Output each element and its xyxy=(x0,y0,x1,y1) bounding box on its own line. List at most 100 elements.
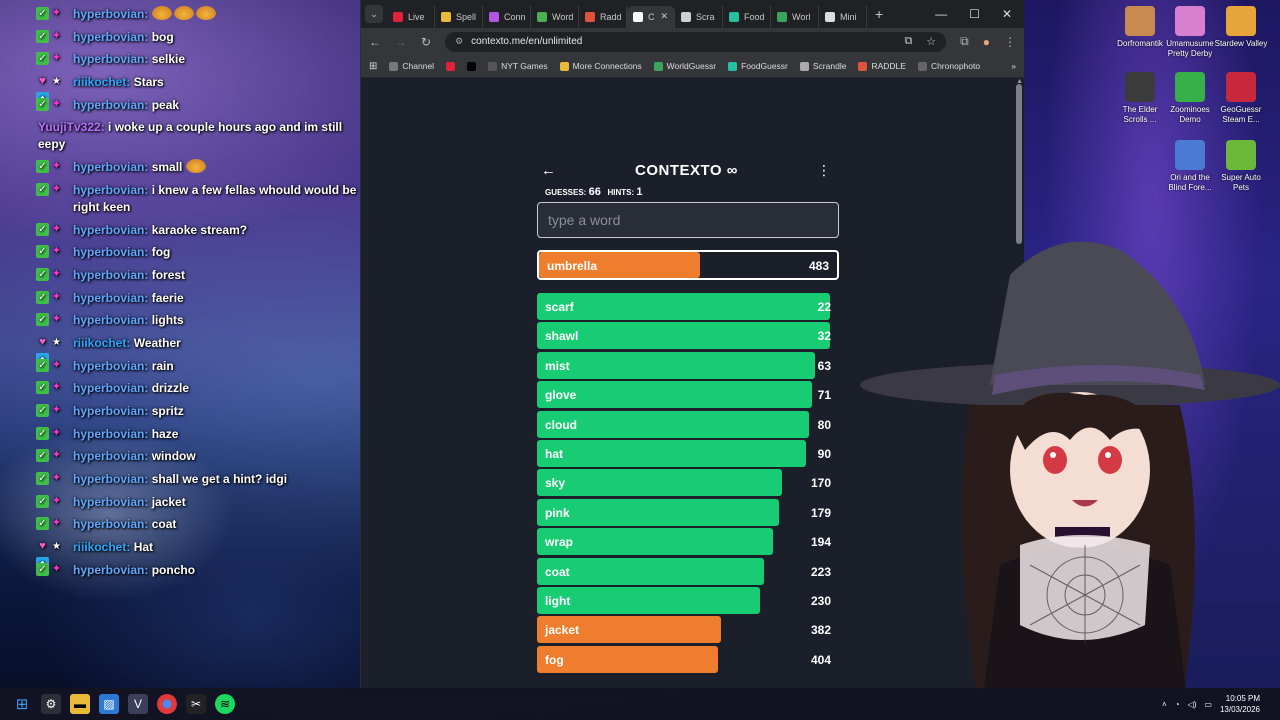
chat-username[interactable]: riiikochet: xyxy=(73,336,130,350)
chat-badges: ♥★◆ xyxy=(36,75,68,106)
profile-avatar[interactable]: ● xyxy=(983,35,990,49)
chat-username[interactable]: hyperbovian: xyxy=(73,183,148,197)
chrome-icon[interactable] xyxy=(157,694,177,714)
chat-username[interactable]: riiikochet: xyxy=(73,540,130,554)
page-scrollbar[interactable] xyxy=(1016,84,1022,244)
chat-badges: ✓ ✦ xyxy=(36,358,68,373)
capcut-icon[interactable]: ✂ xyxy=(186,694,206,714)
browser-tab[interactable]: Radd xyxy=(579,5,627,28)
subscriber-badge-icon: ✦ xyxy=(51,404,62,416)
desktop-shortcut[interactable]: Zoominoes Demo xyxy=(1162,72,1218,125)
install-icon[interactable]: ⧉ xyxy=(904,35,912,48)
browser-tab[interactable]: Conn xyxy=(483,5,531,28)
bookmarks-overflow-icon[interactable]: » xyxy=(1011,61,1016,71)
desktop-shortcut[interactable]: Ori and the Blind Fore... xyxy=(1162,140,1218,193)
browser-tab[interactable]: Spell xyxy=(435,5,483,28)
subscriber-badge-icon: ✦ xyxy=(51,182,62,195)
url-field[interactable]: ⚙ contexto.me/en/unlimited ⧉ ☆ xyxy=(445,31,947,52)
chat-username[interactable]: hyperbovian: xyxy=(73,313,148,327)
bookmark-star-icon[interactable]: ☆ xyxy=(926,35,936,48)
game-menu-icon[interactable]: ⋮ xyxy=(817,162,839,179)
vtube-studio-icon[interactable]: V xyxy=(128,694,148,714)
bookmark-item[interactable]: WorldGuessr xyxy=(653,61,716,71)
chat-text: haze xyxy=(151,426,179,441)
chat-username[interactable]: hyperbovian: xyxy=(73,449,148,463)
desktop-shortcut[interactable]: Dorfromantik xyxy=(1112,6,1168,49)
bookmark-item[interactable]: Scrandle xyxy=(799,61,846,71)
windows-start-icon[interactable]: ⊞ xyxy=(12,694,32,714)
guess-word: jacket xyxy=(545,623,580,638)
tray-overflow-icon[interactable]: ˄ xyxy=(1162,700,1167,709)
volume-icon[interactable]: ◁) xyxy=(1188,700,1197,709)
bookmark-item[interactable]: RADDLE xyxy=(858,61,906,71)
bookmark-item[interactable] xyxy=(446,61,456,71)
extensions-icon[interactable]: ⧉ xyxy=(960,34,969,49)
menu-icon[interactable]: ⋮ xyxy=(1004,35,1016,49)
desktop-shortcut[interactable]: Umamusume Pretty Derby xyxy=(1162,6,1218,59)
bookmark-item[interactable]: More Connections xyxy=(559,61,642,71)
chat-username[interactable]: hyperbovian: xyxy=(73,7,148,21)
bookmark-item[interactable]: FoodGuessr xyxy=(728,61,788,71)
forward-icon[interactable]: → xyxy=(395,35,407,49)
browser-tab[interactable]: Worl xyxy=(771,5,819,28)
chat-username[interactable]: riiikochet: xyxy=(73,75,130,89)
desktop-shortcut[interactable]: The Elder Scrolls ... xyxy=(1112,72,1168,125)
desktop-shortcut-label: Dorfromantik xyxy=(1117,39,1163,48)
battery-icon[interactable]: ▭ xyxy=(1204,700,1212,709)
chat-username[interactable]: hyperbovian: xyxy=(73,381,148,395)
photos-app-icon[interactable]: ▨ xyxy=(99,694,119,714)
apps-grid-icon[interactable]: ⊞ xyxy=(369,61,377,72)
wifi-icon[interactable]: ◔ xyxy=(1175,700,1180,709)
browser-tab[interactable]: Word xyxy=(531,5,579,28)
tab-close-icon[interactable]: ✕ xyxy=(660,11,668,22)
chat-username[interactable]: hyperbovian: xyxy=(73,495,148,509)
bookmark-item[interactable]: Chronophoto xyxy=(917,61,980,71)
clock[interactable]: 10:05 PM 13/03/2026 xyxy=(1220,693,1260,715)
chat-username[interactable]: hyperbovian: xyxy=(73,245,148,259)
word-input[interactable] xyxy=(537,202,839,238)
chat-username[interactable]: hyperbovian: xyxy=(73,268,148,282)
chat-message: ✓ ✦ hyperbovian: window xyxy=(36,448,360,465)
chat-username[interactable]: hyperbovian: xyxy=(73,160,148,174)
bookmark-item[interactable]: Channel xyxy=(389,61,434,71)
guess-rank: 80 xyxy=(817,417,831,432)
close-icon[interactable]: ✕ xyxy=(1002,7,1012,21)
desktop-shortcut[interactable]: Super Auto Pets xyxy=(1213,140,1269,193)
bookmark-item[interactable] xyxy=(467,61,477,71)
guess-word: hat xyxy=(545,446,563,461)
chat-username[interactable]: hyperbovian: xyxy=(73,517,148,531)
chat-username[interactable]: hyperbovian: xyxy=(73,223,148,237)
browser-tab[interactable]: Live xyxy=(387,5,435,28)
maximize-icon[interactable]: ☐ xyxy=(969,7,980,21)
chat-username[interactable]: hyperbovian: xyxy=(73,98,148,112)
guess-row: coat 223 xyxy=(537,557,839,585)
bookmark-item[interactable]: NYT Games xyxy=(488,61,548,71)
browser-tab[interactable]: Scra xyxy=(675,5,723,28)
chat-username[interactable]: hyperbovian: xyxy=(73,52,148,66)
site-info-icon[interactable]: ⚙ xyxy=(455,36,463,47)
reload-icon[interactable]: ↻ xyxy=(421,35,431,49)
chat-username[interactable]: hyperbovian: xyxy=(73,30,148,44)
checkmark-badge-icon: ✓ xyxy=(36,313,49,327)
chat-username[interactable]: hyperbovian: xyxy=(73,359,148,373)
chat-username[interactable]: hyperbovian: xyxy=(73,427,148,441)
browser-tab[interactable]: Mini xyxy=(819,5,867,28)
chat-username[interactable]: hyperbovian: xyxy=(73,291,148,305)
desktop-shortcut[interactable]: Stardew Valley xyxy=(1213,6,1269,49)
back-icon[interactable]: ← xyxy=(369,35,381,49)
browser-tab[interactable]: C ✕ xyxy=(627,5,675,28)
chat-username[interactable]: hyperbovian: xyxy=(73,563,148,577)
back-arrow-icon[interactable]: ← xyxy=(537,162,556,179)
tab-search-button[interactable]: ⌄ xyxy=(365,5,383,23)
chat-username[interactable]: hyperbovian: xyxy=(73,472,148,486)
settings-gear-icon[interactable]: ⚙ xyxy=(41,694,61,714)
minimize-icon[interactable]: — xyxy=(935,7,947,21)
guess-bar xyxy=(537,293,830,320)
spotify-icon[interactable]: ≋ xyxy=(215,694,235,714)
new-tab-button[interactable]: + xyxy=(875,6,883,22)
checkmark-badge-icon: ✓ xyxy=(36,472,49,486)
chat-username[interactable]: hyperbovian: xyxy=(73,404,148,418)
file-explorer-icon[interactable]: ▬ xyxy=(70,694,90,714)
desktop-shortcut[interactable]: GeoGuessr Steam E... xyxy=(1213,72,1269,125)
browser-tab[interactable]: Food xyxy=(723,5,771,28)
